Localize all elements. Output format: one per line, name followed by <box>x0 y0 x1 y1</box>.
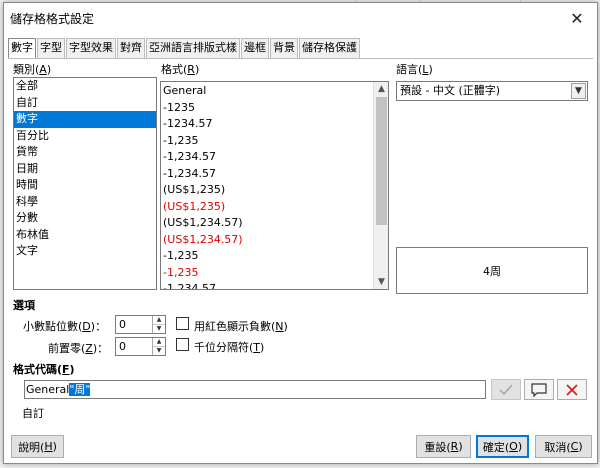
format-item[interactable]: -1,235 <box>161 133 388 150</box>
tab-3[interactable]: 對齊 <box>117 38 145 58</box>
decimal-places-label: 小數點位數(D)： <box>23 320 107 333</box>
negative-red-label[interactable]: 用紅色顯示負數(N) <box>194 318 288 334</box>
ok-button[interactable]: 確定(O) <box>476 435 529 458</box>
format-item[interactable]: (US$1,234.57) <box>161 215 388 232</box>
negative-red-checkbox[interactable] <box>176 317 189 330</box>
category-item[interactable]: 數字 <box>14 111 156 128</box>
category-item[interactable]: 自訂 <box>14 95 156 112</box>
tab-4[interactable]: 亞洲語言排版式樣 <box>146 38 240 58</box>
format-item[interactable]: -1,235 <box>161 265 388 282</box>
reset-button[interactable]: 重設(R) <box>416 435 471 458</box>
options-heading: 選項 <box>13 299 35 312</box>
thousands-separator-label[interactable]: 千位分隔符(T) <box>194 339 264 355</box>
leading-zeros-stepper[interactable]: 0 ▲ ▼ <box>115 337 166 356</box>
format-code-label: 格式代碼(F) <box>13 363 75 376</box>
cancel-button[interactable]: 取消(C) <box>535 435 592 458</box>
format-item[interactable]: -1,234.57 <box>161 166 388 183</box>
format-preview: 4周 <box>396 247 588 294</box>
stepper-up-icon[interactable]: ▲ <box>153 316 165 325</box>
tab-2[interactable]: 字型效果 <box>66 38 116 58</box>
language-value: 預設 - 中文 (正體字) <box>400 84 501 97</box>
decimal-places-stepper[interactable]: 0 ▲ ▼ <box>115 315 166 334</box>
category-list[interactable]: 全部 自訂 數字 百分比 貨幣 日期 時間 科學 分數 布林值 文字 <box>13 77 157 290</box>
category-item[interactable]: 時間 <box>14 177 156 194</box>
category-label: 類別(A) <box>13 63 52 76</box>
format-cells-dialog: 儲存格格式設定 ✕ 數字 字型 字型效果 對齊 亞洲語言排版式樣 邊框 背景 儲存格保護 類別… <box>3 2 598 464</box>
format-item[interactable]: General <box>161 83 388 100</box>
format-list-scrollbar[interactable]: ▲ ▼ <box>373 82 388 289</box>
tab-divider <box>8 58 593 59</box>
format-item[interactable]: -1,234.57 <box>161 149 388 166</box>
format-item[interactable]: -1,234.57 <box>161 281 388 289</box>
dialog-title: 儲存格格式設定 <box>10 12 95 26</box>
leading-zeros-label: 前置零(Z)： <box>48 342 109 355</box>
apply-code-button[interactable] <box>491 379 521 400</box>
tab-0[interactable]: 數字 <box>8 38 36 59</box>
tab-5[interactable]: 邊框 <box>241 38 269 58</box>
comment-button[interactable] <box>524 379 554 400</box>
format-item[interactable]: (US$1,234.57) <box>161 232 388 249</box>
format-item[interactable]: (US$1,235) <box>161 199 388 216</box>
title-bar: 儲存格格式設定 ✕ <box>4 3 597 33</box>
leading-zeros-value: 0 <box>119 340 126 353</box>
format-code-input[interactable]: General"周" <box>24 380 486 399</box>
preview-text: 4周 <box>483 264 501 278</box>
category-item[interactable]: 科學 <box>14 194 156 211</box>
decimal-places-value: 0 <box>119 318 126 331</box>
stepper-up-icon[interactable]: ▲ <box>153 338 165 347</box>
format-code-text: General <box>26 383 70 396</box>
format-item[interactable]: -1235 <box>161 100 388 117</box>
tab-6[interactable]: 背景 <box>270 38 298 58</box>
language-label: 語言(L) <box>396 63 433 76</box>
tab-7[interactable]: 儲存格保護 <box>299 38 360 58</box>
format-code-selection: "周" <box>69 383 91 396</box>
scroll-up-icon[interactable]: ▲ <box>374 82 388 96</box>
scroll-down-icon[interactable]: ▼ <box>374 275 388 289</box>
thousands-separator-checkbox[interactable] <box>176 338 189 351</box>
tab-1[interactable]: 字型 <box>37 38 65 58</box>
delete-code-button[interactable] <box>557 379 587 400</box>
tab-bar: 數字 字型 字型效果 對齊 亞洲語言排版式樣 邊框 背景 儲存格保護 <box>8 38 361 59</box>
format-code-status: 自訂 <box>22 407 44 420</box>
help-button[interactable]: 說明(H) <box>11 435 64 458</box>
category-item[interactable]: 日期 <box>14 161 156 178</box>
scroll-thumb[interactable] <box>376 97 387 225</box>
language-select[interactable]: 預設 - 中文 (正體字) ▼ <box>396 81 588 101</box>
format-label: 格式(R) <box>161 63 200 76</box>
checkmark-icon <box>499 383 513 395</box>
category-item[interactable]: 百分比 <box>14 128 156 145</box>
chevron-down-icon[interactable]: ▼ <box>571 83 586 99</box>
category-item[interactable]: 文字 <box>14 243 156 260</box>
format-list[interactable]: General -1235 -1234.57 -1,235 -1,234.57 -1,23… <box>160 81 389 290</box>
category-item[interactable]: 貨幣 <box>14 144 156 161</box>
stepper-down-icon[interactable]: ▼ <box>153 325 165 334</box>
format-item[interactable]: (US$1,235) <box>161 182 388 199</box>
format-item[interactable]: -1,235 <box>161 248 388 265</box>
stepper-down-icon[interactable]: ▼ <box>153 347 165 356</box>
category-item[interactable]: 全部 <box>14 78 156 95</box>
format-item[interactable]: -1234.57 <box>161 116 388 133</box>
close-icon: ✕ <box>570 8 584 28</box>
comment-icon <box>531 382 547 397</box>
category-item[interactable]: 分數 <box>14 210 156 227</box>
delete-icon <box>566 383 578 396</box>
category-item[interactable]: 布林值 <box>14 227 156 244</box>
close-button[interactable]: ✕ <box>563 5 591 31</box>
